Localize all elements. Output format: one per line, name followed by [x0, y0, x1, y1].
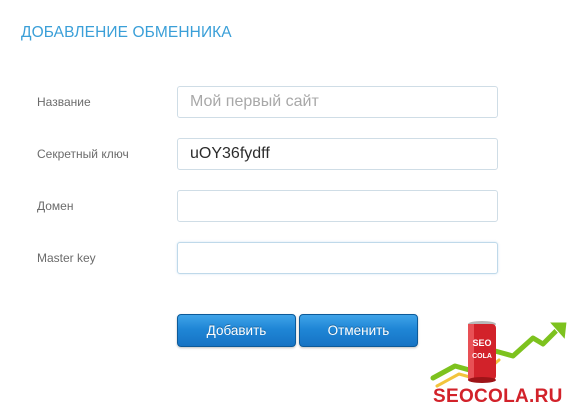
domain-input[interactable]	[177, 190, 498, 222]
domain-label: Домен	[37, 199, 74, 213]
cancel-button[interactable]: Отменить	[299, 314, 418, 347]
form-row-secret-key: Секретный ключ	[0, 138, 585, 170]
watermark-site-text: SEOCOLA.RU	[433, 386, 563, 407]
name-label: Название	[37, 95, 91, 109]
can-label-top: SEO	[472, 338, 491, 348]
master-key-input[interactable]	[177, 242, 498, 274]
name-input[interactable]	[177, 86, 498, 118]
page-title: ДОБАВЛЕНИЕ ОБМЕННИКА	[21, 24, 232, 41]
secret-key-input[interactable]	[177, 138, 498, 170]
add-button[interactable]: Добавить	[177, 314, 296, 347]
can-label-bottom: COLA	[472, 353, 492, 360]
form-row-name: Название	[0, 86, 585, 118]
cola-can-icon: SEO COLA	[468, 321, 496, 383]
form-row-master-key: Master key	[0, 242, 585, 274]
secret-key-label: Секретный ключ	[37, 147, 129, 161]
form-row-domain: Домен	[0, 190, 585, 222]
growth-arrow-icon	[428, 321, 568, 388]
master-key-label: Master key	[37, 251, 96, 265]
